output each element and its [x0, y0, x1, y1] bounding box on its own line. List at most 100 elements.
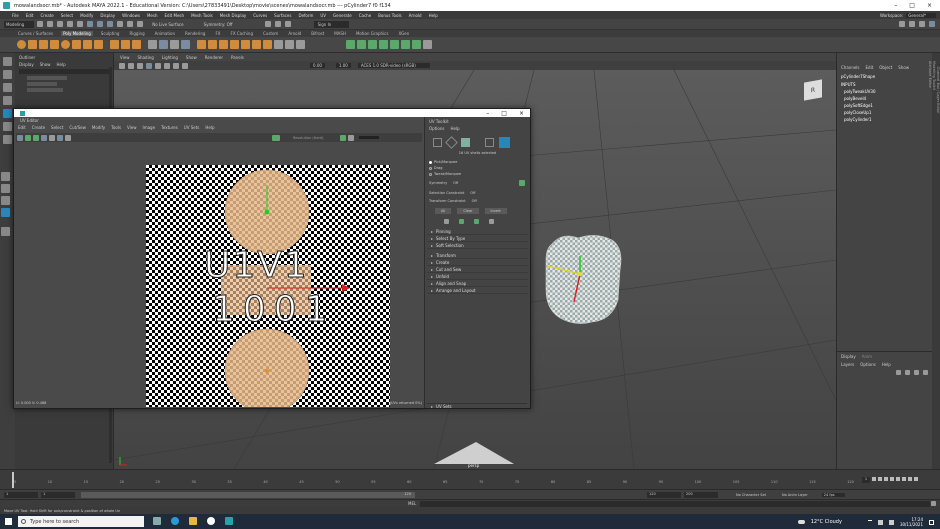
viewport-menu-panels[interactable]: Panels — [231, 55, 244, 60]
menu-generate[interactable]: Generate — [333, 13, 352, 18]
quad-draw-icon[interactable] — [296, 40, 305, 49]
outliner-item[interactable] — [27, 76, 67, 80]
live-surface-label[interactable]: No Live Surface — [152, 22, 183, 27]
merge-icon[interactable] — [241, 40, 250, 49]
uv-toolkit-menu-help[interactable]: Help — [450, 126, 459, 131]
menu-mesh-tools[interactable]: Mesh Tools — [191, 13, 213, 18]
render-frame-icon[interactable] — [264, 21, 271, 27]
menu-deform[interactable]: Deform — [298, 13, 313, 18]
mode-dropdown[interactable]: Modeling — [4, 20, 35, 28]
menu-bonus-tools[interactable]: Bonus Tools — [378, 13, 401, 18]
grid-toggle-icon[interactable] — [128, 62, 134, 69]
clock-date[interactable]: 30/11/2021 — [900, 522, 923, 527]
cylinder-mesh-object[interactable] — [540, 230, 626, 328]
current-frame-field[interactable]: 1 — [862, 477, 870, 483]
menu-mesh[interactable]: Mesh — [147, 13, 158, 18]
viewport-menu-show[interactable]: Show — [186, 55, 197, 60]
symmetry-dropdown[interactable]: Symmetry: Off — [204, 22, 233, 27]
shadows-icon[interactable] — [173, 62, 179, 69]
taskbar-search-input[interactable]: Type here to search — [18, 516, 144, 527]
resolution-dropdown[interactable]: Resolution (Hard) — [293, 136, 324, 140]
viewport-menu-view[interactable]: View — [120, 55, 130, 60]
step-back-key-icon[interactable] — [878, 477, 882, 481]
new-layer-selected-icon[interactable] — [905, 370, 910, 375]
menu-display[interactable]: Display — [100, 13, 115, 18]
menu-create[interactable]: Create — [40, 13, 53, 18]
undo-icon[interactable] — [67, 21, 74, 27]
collapse-icon[interactable] — [252, 40, 261, 49]
channel-box-tab-show[interactable]: Show — [898, 65, 909, 70]
shelf-tab-poly-modeling[interactable]: Poly Modeling — [61, 31, 93, 36]
play-forwards-icon[interactable] — [896, 477, 900, 481]
lights-icon[interactable] — [164, 62, 170, 69]
layer-menu-options[interactable]: Options — [860, 362, 875, 367]
outliner-menu-show[interactable]: Show — [40, 62, 51, 67]
play-backwards-icon[interactable] — [890, 477, 894, 481]
shelf-tab-sculpting[interactable]: Sculpting — [99, 31, 122, 36]
open-scene-icon[interactable] — [47, 21, 54, 27]
uv-display-icon[interactable] — [272, 134, 280, 141]
ipr-render-icon[interactable] — [274, 21, 281, 27]
pick-marquee-radio[interactable] — [429, 160, 432, 164]
tweak-marquee-radio[interactable] — [429, 172, 432, 176]
time-slider[interactable]: 5 10 15 20 25 30 35 40 45 50 55 60 65 70 75 80 85 90 95 100… — [0, 469, 940, 489]
uv-layout-icon[interactable] — [401, 40, 410, 49]
channel-box-tab-object[interactable]: Object — [879, 65, 892, 70]
shelf-tab-rendering[interactable]: Rendering — [183, 31, 207, 36]
maximize-button[interactable]: □ — [909, 2, 915, 9]
shape-node-name[interactable]: pCylinder7Shape — [837, 72, 940, 81]
uv-exposure-icon[interactable] — [339, 134, 346, 141]
anim-layer-dropdown[interactable]: No Anim Layer — [782, 493, 808, 497]
viewport-menu-shading[interactable]: Shading — [138, 55, 154, 60]
uv-menu-select[interactable]: Select — [51, 125, 63, 130]
uv-shaded-icon[interactable] — [17, 134, 23, 141]
channel-box-icon[interactable] — [929, 21, 935, 27]
uv-menu-image[interactable]: Image — [143, 125, 156, 130]
task-view-icon[interactable] — [153, 517, 161, 525]
step-forward-key-icon[interactable] — [908, 477, 912, 481]
section-select-by-type[interactable]: ▸ Select By Type — [427, 235, 528, 242]
section-arrange-and-layout[interactable]: ▸ Arrange and Layout — [427, 287, 528, 294]
section-transform[interactable]: ▸ Transform — [427, 252, 528, 259]
mel-input[interactable] — [420, 500, 931, 507]
layer-tab-anim[interactable]: Anim — [862, 354, 872, 359]
menu-select[interactable]: Select — [61, 13, 73, 18]
menu-modify[interactable]: Modify — [80, 13, 93, 18]
xray-icon[interactable] — [182, 62, 188, 69]
uv-menu-create[interactable]: Create — [32, 125, 45, 130]
offset-edge-loop-icon[interactable] — [263, 40, 272, 49]
channel-box-tab-channels[interactable]: Channels — [841, 65, 860, 70]
minimize-button[interactable]: – — [894, 2, 897, 9]
transform-constraint-dropdown[interactable]: Off — [472, 199, 477, 203]
paint-select-icon[interactable] — [3, 83, 12, 92]
uv-texture-icon[interactable] — [57, 134, 63, 141]
current-frame-marker[interactable] — [12, 472, 14, 488]
shelf-tab-fx-caching[interactable]: FX Caching — [229, 31, 255, 36]
attribute-editor-icon[interactable] — [909, 21, 915, 27]
shelf-tab-xgen[interactable]: XGen — [396, 31, 411, 36]
uv-zoom-icon[interactable] — [1, 227, 10, 236]
shelf-tab-bifrost[interactable]: Bifrost — [309, 31, 326, 36]
uv-move-tool-icon[interactable] — [1, 184, 10, 193]
shelf-tab-motion-graphics[interactable]: Motion Graphics — [354, 31, 391, 36]
side-tab-modelling-toolkit[interactable]: Modelling Toolkit — [932, 53, 936, 469]
menu-uv[interactable]: UV — [320, 13, 326, 18]
select-tool-icon[interactable] — [3, 57, 12, 66]
select-shell-icon[interactable] — [474, 219, 479, 224]
input-node[interactable]: polySoftEdge1 — [837, 102, 940, 109]
side-tab-channel-box[interactable]: Channel Box / Layer Editor — [936, 53, 940, 469]
windows-start-icon[interactable] — [5, 518, 12, 525]
last-tool-icon[interactable] — [3, 135, 12, 144]
weather-text[interactable]: 12°C Cloudy — [811, 519, 842, 525]
poly-torus-icon[interactable] — [61, 40, 70, 49]
snap-grid-icon[interactable] — [117, 21, 124, 27]
channel-box-tab-edit[interactable]: Edit — [866, 65, 874, 70]
section-pinning[interactable]: ▸ Pinning — [427, 228, 528, 235]
menu-edit[interactable]: Edit — [26, 13, 34, 18]
menu-curves[interactable]: Curves — [253, 13, 267, 18]
uv-select-tool-icon[interactable] — [1, 172, 10, 181]
face-mode-icon[interactable] — [461, 138, 470, 147]
poly-cylinder-icon[interactable] — [39, 40, 48, 49]
shelf-tab-rigging[interactable]: Rigging — [127, 31, 146, 36]
select-all-button[interactable]: All — [435, 208, 452, 214]
